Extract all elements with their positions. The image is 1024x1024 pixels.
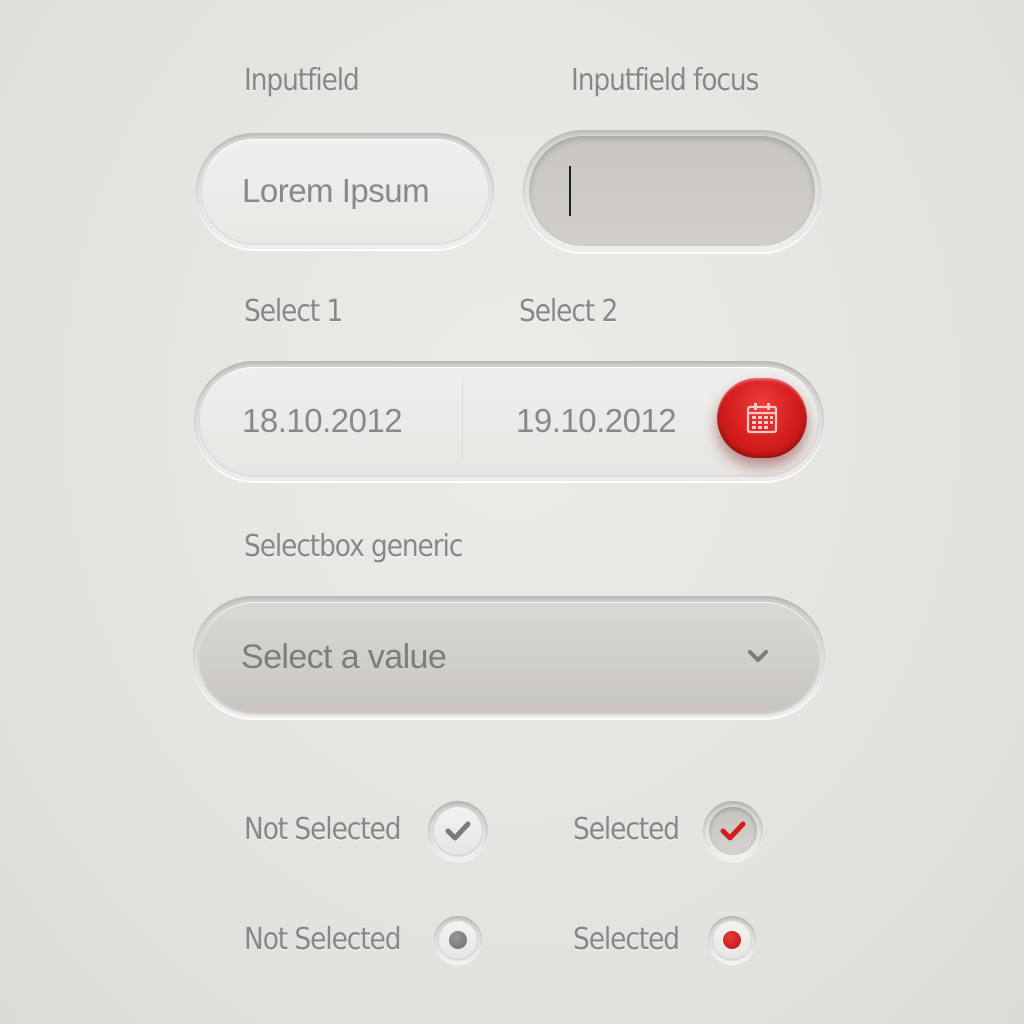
radio-unchecked-inner <box>439 921 477 959</box>
calendar-button[interactable] <box>717 378 807 458</box>
check-icon <box>445 821 471 841</box>
chevron-down-icon <box>748 650 768 662</box>
checkbox-unchecked[interactable] <box>428 801 488 861</box>
radio-dot-selected <box>723 931 741 949</box>
select1-date-field[interactable]: 18.10.2012 <box>200 367 462 475</box>
calendar-icon <box>746 403 778 434</box>
selectbox-generic-label: Selectbox generic <box>244 529 463 564</box>
check-icon <box>720 821 746 841</box>
inputfield-focus-label: Inputfield focus <box>571 63 759 98</box>
checkbox-checked[interactable] <box>703 801 763 861</box>
inputfield[interactable]: Lorem Ipsum <box>202 139 488 243</box>
radio-selected-label: Selected <box>573 922 680 957</box>
checkbox-selected-label: Selected <box>573 812 680 847</box>
selectbox-value: Select a value <box>241 637 447 676</box>
radio-dot <box>449 931 467 949</box>
inputfield-container: Lorem Ipsum <box>196 133 494 249</box>
checkbox-not-selected-label: Not Selected <box>244 812 401 847</box>
select2-label: Select 2 <box>519 294 618 329</box>
inputfield-focus-container <box>523 130 821 252</box>
inputfield-label: Inputfield <box>244 63 360 98</box>
inputfield-focused[interactable] <box>529 136 815 246</box>
radio-unchecked[interactable] <box>434 916 482 964</box>
checkbox-checked-inner <box>709 807 757 855</box>
radio-checked[interactable] <box>708 916 756 964</box>
radio-checked-inner <box>713 921 751 959</box>
select2-date-field[interactable]: 19.10.2012 <box>468 367 718 475</box>
text-caret <box>569 166 571 216</box>
date-divider <box>462 381 464 461</box>
checkbox-unchecked-inner <box>434 807 482 855</box>
selectbox[interactable]: Select a value <box>193 596 825 718</box>
selectbox-inner: Select a value <box>199 602 819 712</box>
select1-label: Select 1 <box>244 294 343 329</box>
radio-not-selected-label: Not Selected <box>244 922 401 957</box>
